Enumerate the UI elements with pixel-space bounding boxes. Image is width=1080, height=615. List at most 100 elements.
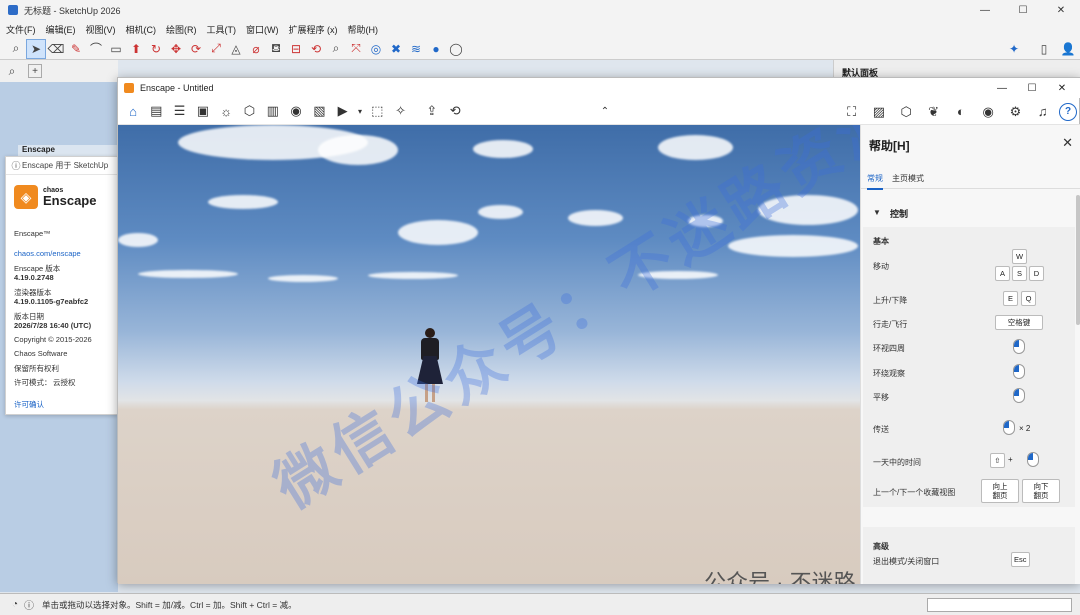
arc-icon[interactable]: ⌒ <box>86 39 106 59</box>
light-icon[interactable]: ☼ <box>215 100 237 122</box>
follow-me-icon[interactable]: ↻ <box>146 39 166 59</box>
close-button[interactable]: ✕ <box>1042 0 1080 20</box>
tape-measure-icon[interactable]: ⌀ <box>246 39 266 59</box>
offset-icon[interactable]: ◬ <box>226 39 246 59</box>
home-icon[interactable]: ⌂ <box>122 100 144 122</box>
pan-label: 平移 <box>873 393 889 402</box>
atmosphere-icon[interactable]: ⛶ <box>841 101 863 123</box>
settings-icon[interactable]: ⚙ <box>1004 101 1026 123</box>
status-indicator-icon[interactable]: ◔ <box>8 598 22 612</box>
pencil-icon[interactable]: ✎ <box>66 39 86 59</box>
menu-view[interactable]: 视图(V) <box>86 23 116 36</box>
zoom-extents-icon[interactable]: ⤧ <box>346 39 366 59</box>
maximize-button[interactable]: ☐ <box>1004 0 1042 20</box>
export-icon[interactable]: ⬚ <box>366 100 388 122</box>
rotate-icon[interactable]: ⟳ <box>186 39 206 59</box>
search-icon[interactable]: ⌕ <box>4 61 20 81</box>
website-link[interactable]: chaos.com/enscape <box>14 249 81 258</box>
leaf-icon[interactable]: ❦ <box>923 101 945 123</box>
enscape-close-button[interactable]: ✕ <box>1047 78 1077 98</box>
enscape-window-controls: — ☐ ✕ <box>987 78 1077 98</box>
panorama-icon[interactable]: ◉ <box>285 100 307 122</box>
video-icon[interactable]: ▶ <box>332 100 354 122</box>
paint-bucket-icon[interactable]: ⛾ <box>266 39 286 59</box>
enscape-about-panel: ⓘ Enscape 用于 SketchUp ◈ chaos Enscape En… <box>5 156 118 415</box>
copyright-text: Copyright © 2015-2026 <box>14 335 92 344</box>
extension-icon[interactable]: ✖ <box>386 39 406 59</box>
menu-camera[interactable]: 相机(C) <box>126 23 157 36</box>
menu-help[interactable]: 帮助(H) <box>348 23 379 36</box>
sync-icon[interactable]: ⟲ <box>444 100 466 122</box>
ai-enhance-icon[interactable]: ✧ <box>390 100 412 122</box>
menu-file[interactable]: 文件(F) <box>6 23 36 36</box>
move-icon[interactable]: ✥ <box>166 39 186 59</box>
add-icon[interactable]: + <box>28 64 42 78</box>
bottom-watermark-text: 公众号 · 不迷路资源库 <box>704 570 856 584</box>
section-controls[interactable]: 控制 <box>890 207 908 220</box>
account-icon[interactable]: ◯ <box>446 39 466 59</box>
enscape-minimize-button[interactable]: — <box>987 78 1017 98</box>
image-icon[interactable]: ▨ <box>868 101 890 123</box>
warehouse-icon[interactable]: ◎ <box>366 39 386 59</box>
look-around-label: 环视四周 <box>873 344 905 353</box>
mouse-double-click-icon <box>1003 420 1015 435</box>
minimize-button[interactable]: — <box>966 0 1004 20</box>
bim-icon[interactable]: ☰ <box>169 100 191 122</box>
material-icon[interactable]: ⬡ <box>238 100 260 122</box>
vr-headset-icon[interactable]: ◐ <box>950 101 972 123</box>
cube-icon[interactable]: ⬡ <box>895 101 917 123</box>
views-icon[interactable]: ▣ <box>192 100 214 122</box>
document-icon[interactable]: ▯ <box>1034 39 1054 59</box>
search-icon[interactable]: ⌕ <box>6 39 26 59</box>
help-scrollbar[interactable] <box>1076 195 1080 325</box>
enscape-title-bar: Enscape - Untitled — ☐ ✕ <box>118 78 1080 98</box>
render-viewport[interactable]: 微信公众号：不迷路资源库 公众号 · 不迷路资源库 <box>118 125 860 584</box>
info-icon[interactable]: ⓘ <box>22 598 36 612</box>
sketchup-logo-icon <box>8 5 18 15</box>
close-icon[interactable]: ✕ <box>1062 135 1073 151</box>
chat-icon[interactable]: ● <box>426 39 446 59</box>
menu-draw[interactable]: 绘图(R) <box>166 23 197 36</box>
rectangle-icon[interactable]: ▭ <box>106 39 126 59</box>
scale-icon[interactable]: ⤢ <box>206 39 226 59</box>
status-bar: ◔ ⓘ 单击或拖动以选择对象。Shift = 加/减。Ctrl = 加。Shif… <box>0 593 1080 615</box>
tab-home-mode[interactable]: 主页模式 <box>892 173 924 184</box>
sketchup-main-toolbar: ⌕ ➤ ⌫ ✎ ⌒ ▭ ⬆ ↻ ✥ ⟳ ⤢ ◬ ⌀ ⛾ ⊟ ⟲ ⌕ ⤧ ◎ ✖ … <box>0 38 1080 60</box>
building-icon[interactable]: ▥ <box>262 100 284 122</box>
section-plane-icon[interactable]: ⊟ <box>286 39 306 59</box>
enscape-logo-icon: ◈ <box>14 185 38 209</box>
asset-library-icon[interactable]: ▤ <box>145 100 167 122</box>
sparkle-icon[interactable]: ✦ <box>1004 39 1024 59</box>
key-d: D <box>1029 266 1044 281</box>
push-pull-icon[interactable]: ⬆ <box>126 39 146 59</box>
menu-edit[interactable]: 编辑(E) <box>46 23 76 36</box>
eye-icon[interactable]: ◉ <box>977 101 999 123</box>
measurements-box[interactable] <box>927 598 1072 612</box>
zoom-icon[interactable]: ⌕ <box>326 39 346 59</box>
dropdown-icon[interactable]: ▾ <box>355 100 365 122</box>
menu-tools[interactable]: 工具(T) <box>207 23 237 36</box>
rights-text: 保留所有权利 <box>14 364 59 373</box>
upload-icon[interactable]: ⇪ <box>421 100 443 122</box>
license-link[interactable]: 许可确认 <box>14 399 44 410</box>
collapse-icon[interactable]: ⌃ <box>594 100 616 122</box>
key-page-down: 向下 翻页 <box>1022 479 1060 503</box>
menu-window[interactable]: 窗口(W) <box>246 23 279 36</box>
chevron-down-icon[interactable]: ▼ <box>873 208 881 217</box>
layers-icon[interactable]: ≋ <box>406 39 426 59</box>
menu-extensions[interactable]: 扩展程序 (x) <box>289 23 338 36</box>
enscape-right-tools: ⛶ ▨ ⬡ ❦ ◐ ◉ ⚙ ♫ ? <box>837 98 1080 125</box>
eraser-icon[interactable]: ⌫ <box>46 39 66 59</box>
bell-icon[interactable]: ♫ <box>1032 101 1054 123</box>
users-icon[interactable]: 👤 <box>1058 39 1078 59</box>
plus-sign: + <box>1008 455 1013 464</box>
screenshot-icon[interactable]: ▧ <box>308 100 330 122</box>
tab-general[interactable]: 常规 <box>867 173 883 190</box>
mouse-right-drag-icon <box>1027 452 1039 467</box>
time-of-day-label: 一天中的时间 <box>873 458 921 467</box>
help-icon[interactable]: ? <box>1059 102 1077 121</box>
select-tool-icon[interactable]: ➤ <box>26 38 46 59</box>
enscape-maximize-button[interactable]: ☐ <box>1017 78 1047 98</box>
orbit-icon[interactable]: ⟲ <box>306 39 326 59</box>
product-name: Enscape™ <box>14 229 51 238</box>
